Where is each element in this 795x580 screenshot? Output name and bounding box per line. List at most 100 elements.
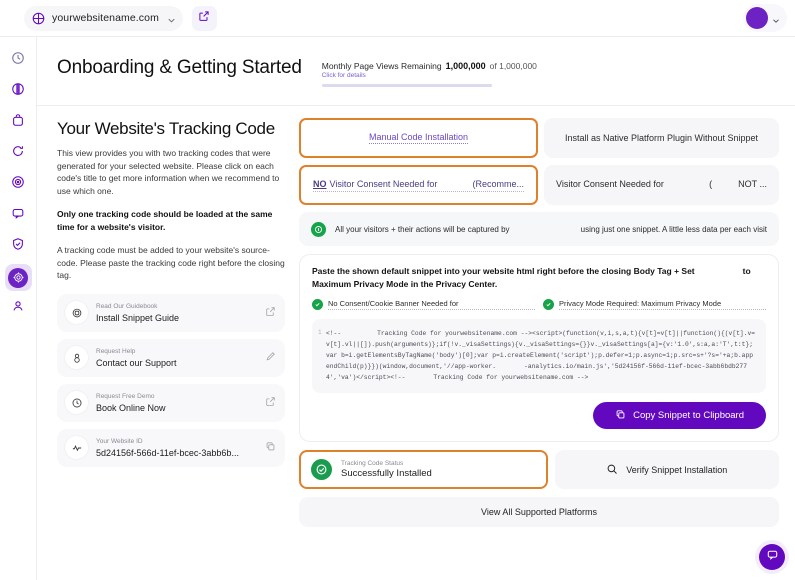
status-badge: No Consent/Cookie Banner Needed for — [312, 299, 535, 310]
status-main-label: Successfully Installed — [341, 468, 432, 479]
pie-chart-icon — [11, 82, 25, 101]
copy-snippet-button[interactable]: Copy Snippet to Clipboard — [593, 402, 766, 429]
site-selector[interactable]: yourwebsitename.com — [24, 5, 183, 31]
capture-note: All your visitors + their actions will b… — [299, 212, 779, 246]
sidebar-item-messages[interactable] — [5, 202, 32, 229]
status-badge: Privacy Mode Required: Maximum Privacy M… — [543, 299, 766, 310]
tab-label: Visitor Consent Needed for — [556, 179, 664, 189]
platforms-label: View All Supported Platforms — [481, 507, 597, 517]
snippet-heading-line1-tail: to — [742, 266, 751, 276]
list-item[interactable]: Your Website ID 5d24156f-566d-11ef-bcec-… — [57, 428, 285, 467]
page-header: Onboarding & Getting Started Monthly Pag… — [37, 37, 795, 106]
list-item-title: 5d24156f-566d-11ef-bcec-3abb6b... — [96, 447, 239, 458]
info-icon — [311, 221, 326, 237]
code-snippet-text: <!-- Tracking Code for yourwebsitename.co… — [326, 328, 756, 383]
snippet-heading-line1: Paste the shown default snippet into you… — [312, 266, 695, 276]
code-part-1: <!-- — [326, 330, 342, 337]
tab-manual-code-installation[interactable]: Manual Code Installation — [299, 118, 538, 158]
tab-suffix-2: NOT ... — [738, 179, 767, 189]
tab-visitor-consent-needed[interactable]: Visitor Consent Needed for ( NOT ... — [544, 165, 779, 205]
tab-label: Visitor Consent Needed for — [329, 178, 438, 189]
left-card-list: Read Our Guidebook Install Snippet Guide — [57, 293, 285, 467]
right-column: Manual Code Installation Install as Nati… — [299, 118, 779, 527]
avatar — [746, 7, 768, 29]
sidebar-item-account[interactable] — [5, 295, 32, 322]
copy-button-label: Copy Snippet to Clipboard — [633, 410, 744, 421]
app-body: Onboarding & Getting Started Monthly Pag… — [0, 37, 795, 580]
install-method-tabs: Manual Code Installation Install as Nati… — [299, 118, 779, 158]
list-item-sub: Read Our Guidebook — [96, 302, 158, 310]
chevron-down-icon[interactable] — [166, 13, 177, 24]
clock-icon — [11, 51, 25, 70]
quota-total: of 1,000,000 — [489, 61, 537, 71]
support-chat-button[interactable] — [759, 544, 785, 570]
left-title: Your Website's Tracking Code — [57, 119, 275, 138]
sidebar-item-ecommerce[interactable] — [5, 109, 32, 136]
pill-label: Privacy Mode Required: Maximum Privacy M… — [559, 299, 766, 310]
tab-label: Install as Native Platform Plugin Withou… — [564, 133, 759, 143]
shield-icon — [11, 237, 25, 256]
code-snippet-box[interactable]: 1 <!-- Tracking Code for yourwebsitename.… — [312, 319, 766, 393]
bag-icon — [11, 113, 25, 132]
status-sub-label: Tracking Code Status — [341, 460, 404, 467]
main-content: Onboarding & Getting Started Monthly Pag… — [37, 37, 795, 580]
sidebar-item-overview[interactable] — [5, 47, 32, 74]
note-text-left: All your visitors + their actions will b… — [335, 224, 510, 234]
snippet-panel: Paste the shown default snippet into you… — [299, 254, 779, 442]
list-item-sub: Request Help — [96, 347, 136, 355]
view-all-platforms-button[interactable]: View All Supported Platforms — [299, 497, 779, 527]
pulse-icon — [65, 436, 88, 459]
snippet-pills: No Consent/Cookie Banner Needed for Priv… — [312, 299, 766, 310]
sidebar-item-analytics[interactable] — [5, 78, 32, 105]
copy-icon[interactable] — [265, 439, 276, 457]
list-item-title: Install Snippet Guide — [96, 312, 180, 323]
sidebar — [0, 37, 37, 580]
copy-row: Copy Snippet to Clipboard — [312, 402, 766, 429]
chat-icon — [11, 206, 25, 225]
search-icon — [606, 463, 618, 477]
snippet-heading-line2: Maximum Privacy Mode in the Privacy Cent… — [312, 279, 498, 289]
list-item[interactable]: Request Help Contact our Support — [57, 338, 285, 377]
tab-native-platform-plugin[interactable]: Install as Native Platform Plugin Withou… — [544, 118, 779, 158]
book-icon — [65, 301, 88, 324]
clock-icon — [65, 391, 88, 414]
chat-icon — [766, 548, 779, 566]
globe-icon — [32, 12, 45, 25]
verify-snippet-button[interactable]: Verify Snippet Installation — [554, 450, 779, 489]
content-columns: Your Website's Tracking Code This view p… — [37, 106, 795, 527]
list-item-sub: Request Free Demo — [96, 392, 155, 400]
quota-details-link[interactable]: Click for details — [322, 72, 662, 79]
quota-widget[interactable]: Monthly Page Views Remaining 1,000,000 o… — [321, 61, 662, 87]
check-circle-icon — [543, 299, 554, 310]
tab-suffix: (Recomme... — [472, 178, 524, 189]
person-icon — [11, 299, 25, 318]
status-row: Tracking Code Status Successfully Instal… — [299, 450, 779, 489]
external-link-icon — [198, 9, 210, 27]
person-icon — [65, 346, 88, 369]
chevron-down-icon — [771, 13, 781, 23]
code-line-number: 1 — [318, 329, 322, 336]
edit-icon[interactable] — [265, 349, 276, 367]
sidebar-item-targets[interactable] — [5, 171, 32, 198]
left-column: Your Website's Tracking Code This view p… — [53, 118, 285, 527]
code-part-4: Tracking Code for yourwebsitename.com --… — [433, 374, 589, 381]
open-site-button[interactable] — [191, 5, 217, 31]
list-item[interactable]: Request Free Demo Book Online Now — [57, 383, 285, 422]
pill-label: No Consent/Cookie Banner Needed for — [328, 299, 535, 310]
quota-value: 1,000,000 — [445, 61, 486, 71]
sidebar-item-settings[interactable] — [4, 264, 32, 291]
sidebar-item-sessions[interactable] — [5, 140, 32, 167]
external-link-icon[interactable] — [265, 304, 276, 322]
check-circle-icon — [311, 459, 332, 480]
list-item[interactable]: Read Our Guidebook Install Snippet Guide — [57, 293, 285, 332]
consent-mode-tabs: NO Visitor Consent Needed for (Recomme..… — [299, 165, 779, 205]
tab-prefix: NO — [313, 178, 327, 189]
note-text-right: using just one snippet. A little less da… — [580, 224, 767, 234]
tracking-code-status: Tracking Code Status Successfully Instal… — [299, 450, 548, 489]
site-name: yourwebsitename.com — [52, 12, 159, 24]
tab-no-visitor-consent[interactable]: NO Visitor Consent Needed for (Recomme..… — [299, 165, 538, 205]
check-circle-icon — [312, 299, 323, 310]
account-menu[interactable] — [743, 4, 787, 32]
external-link-icon[interactable] — [265, 394, 276, 412]
sidebar-item-privacy[interactable] — [5, 233, 32, 260]
